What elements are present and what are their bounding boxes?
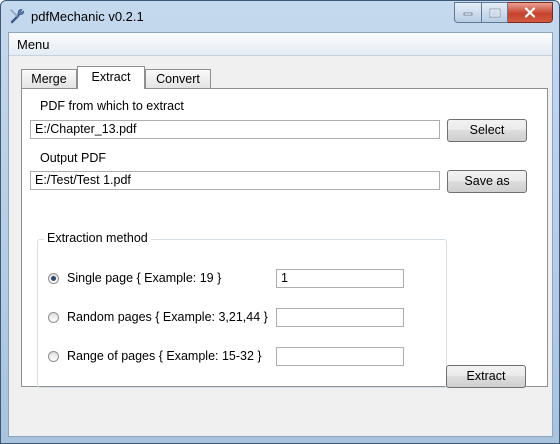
single-page-input[interactable]: 1 xyxy=(276,269,404,288)
minimize-icon xyxy=(463,12,473,15)
maximize-icon xyxy=(489,8,500,17)
menu-bar: Menu xyxy=(9,33,552,56)
single-page-radio[interactable] xyxy=(48,273,59,284)
extraction-method-group: Extraction method Single page { Example:… xyxy=(37,231,447,388)
title-bar[interactable]: pdfMechanic v0.2.1 xyxy=(1,1,559,32)
range-pages-label[interactable]: Range of pages { Example: 15-32 } xyxy=(67,349,262,363)
tab-extract[interactable]: Extract xyxy=(77,66,145,89)
menu-item-menu[interactable]: Menu xyxy=(17,37,50,52)
source-pdf-field[interactable]: E:/Chapter_13.pdf xyxy=(30,120,440,139)
extraction-method-title: Extraction method xyxy=(44,231,151,245)
extract-button[interactable]: Extract xyxy=(446,365,526,388)
tab-merge[interactable]: Merge xyxy=(21,69,77,88)
random-pages-input[interactable] xyxy=(276,308,404,327)
minimize-button[interactable] xyxy=(454,2,482,23)
wrench-icon xyxy=(10,9,24,24)
random-pages-radio[interactable] xyxy=(48,312,59,323)
window-title: pdfMechanic v0.2.1 xyxy=(31,9,144,24)
random-pages-label[interactable]: Random pages { Example: 3,21,44 } xyxy=(67,310,268,324)
single-page-label[interactable]: Single page { Example: 19 } xyxy=(67,271,221,285)
range-pages-radio[interactable] xyxy=(48,351,59,362)
tab-convert[interactable]: Convert xyxy=(145,69,211,88)
maximize-button[interactable] xyxy=(482,2,508,23)
client-area: Menu Merge Extract Convert PDF from whic… xyxy=(8,32,553,437)
save-as-button[interactable]: Save as xyxy=(447,170,527,193)
output-pdf-field[interactable]: E:/Test/Test 1.pdf xyxy=(30,171,440,190)
select-button[interactable]: Select xyxy=(447,119,527,142)
range-pages-input[interactable] xyxy=(276,347,404,366)
extract-panel: PDF from which to extract E:/Chapter_13.… xyxy=(21,88,548,388)
close-button[interactable] xyxy=(508,2,553,23)
source-pdf-label: PDF from which to extract xyxy=(40,99,184,113)
app-window: pdfMechanic v0.2.1 Menu Merge Extract Co… xyxy=(0,0,560,444)
output-pdf-label: Output PDF xyxy=(40,151,106,165)
close-icon xyxy=(524,7,536,18)
